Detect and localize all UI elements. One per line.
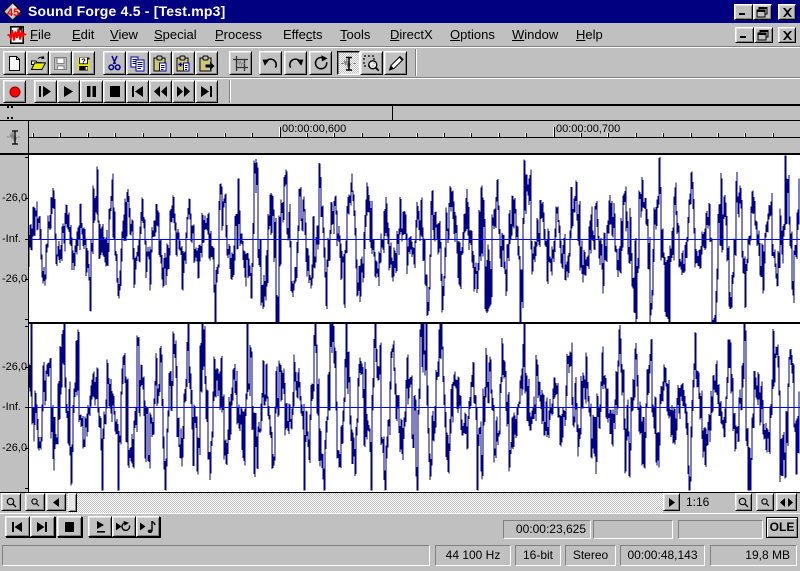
svg-text:?: ? <box>81 56 86 65</box>
svg-text:45: 45 <box>7 7 19 19</box>
